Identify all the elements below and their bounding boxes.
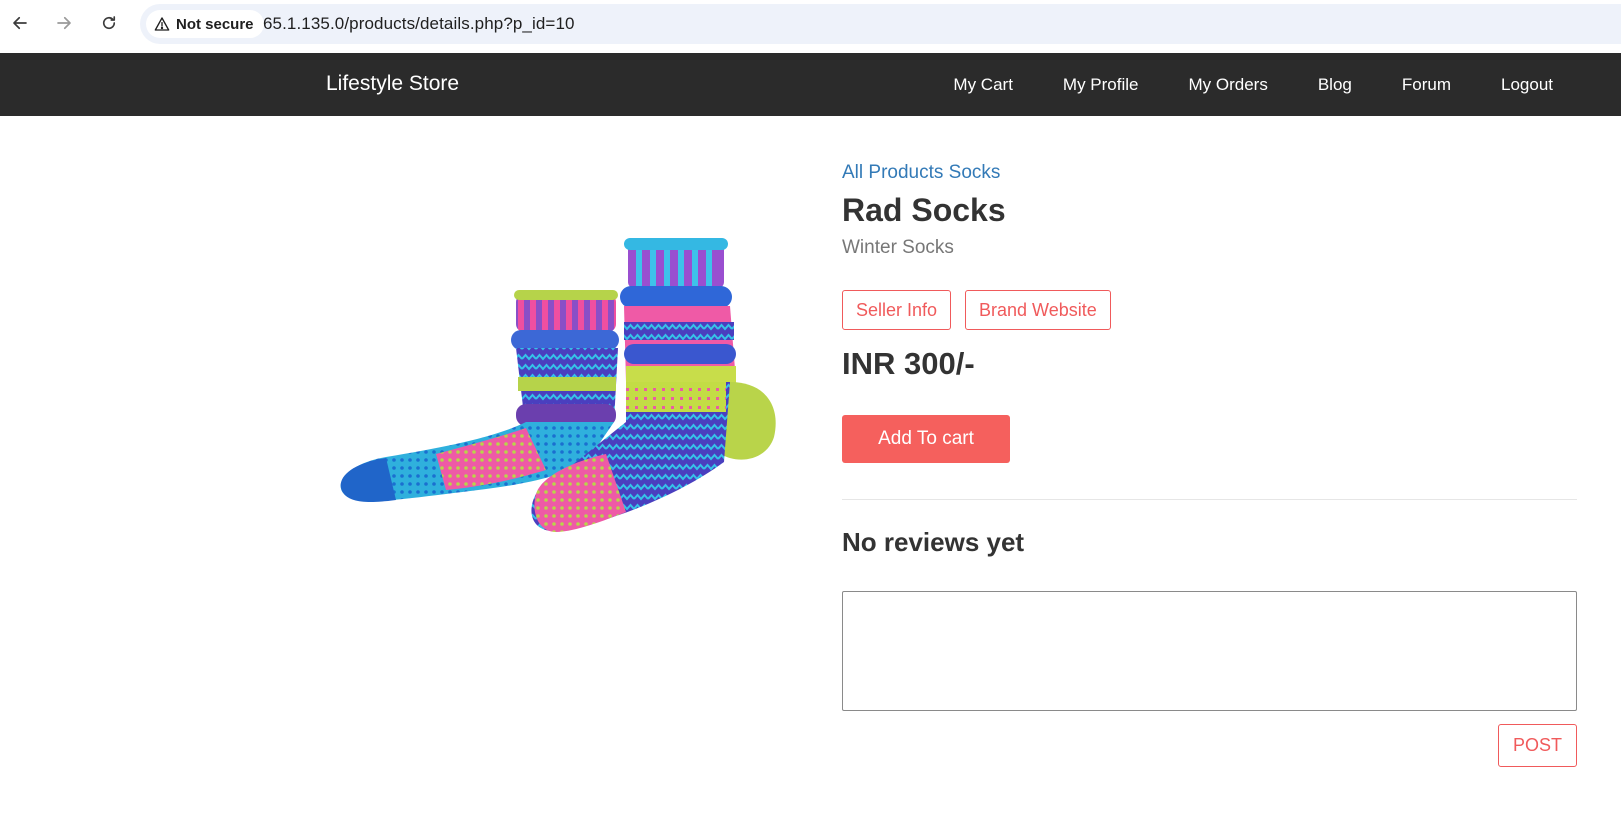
product-price: INR 300/- — [842, 346, 975, 381]
seller-info-button[interactable]: Seller Info — [842, 290, 952, 330]
nav-forum[interactable]: Forum — [1402, 75, 1451, 95]
post-review-button[interactable]: POST — [1498, 724, 1577, 767]
address-bar[interactable]: Not secure 65.1.135.0/products/details.p… — [140, 4, 1621, 44]
nav-my-profile[interactable]: My Profile — [1063, 75, 1139, 95]
browser-toolbar: Not secure 65.1.135.0/products/details.p… — [0, 0, 1621, 50]
nav-logout[interactable]: Logout — [1501, 75, 1553, 95]
security-label: Not secure — [176, 15, 254, 33]
security-indicator[interactable]: Not secure — [146, 10, 264, 38]
arrow-right-icon — [57, 16, 71, 30]
nav-my-cart[interactable]: My Cart — [953, 75, 1013, 95]
brand-logo[interactable]: Lifestyle Store — [326, 72, 459, 96]
reload-button[interactable] — [95, 9, 123, 37]
nav-links: My Cart My Profile My Orders Blog Forum … — [903, 53, 1553, 116]
reload-icon — [102, 16, 116, 30]
warning-triangle-icon — [154, 17, 170, 31]
nav-my-orders[interactable]: My Orders — [1189, 75, 1268, 95]
reviews-heading: No reviews yet — [842, 527, 1025, 557]
breadcrumb[interactable]: All Products Socks — [842, 162, 1000, 184]
add-to-cart-button[interactable]: Add To cart — [842, 415, 1010, 463]
url-text[interactable]: 65.1.135.0/products/details.php?p_id=10 — [263, 14, 575, 34]
forward-button[interactable] — [50, 9, 78, 37]
arrow-left-icon — [13, 16, 27, 30]
nav-blog[interactable]: Blog — [1318, 75, 1352, 95]
product-subtitle: Winter Socks — [842, 237, 954, 258]
review-input[interactable] — [842, 591, 1577, 711]
product-title: Rad Socks — [842, 192, 1006, 228]
product-image — [340, 238, 776, 532]
site-navbar: Lifestyle Store My Cart My Profile My Or… — [0, 53, 1621, 116]
back-button[interactable] — [6, 9, 34, 37]
brand-website-button[interactable]: Brand Website — [965, 290, 1111, 330]
divider — [842, 499, 1577, 500]
